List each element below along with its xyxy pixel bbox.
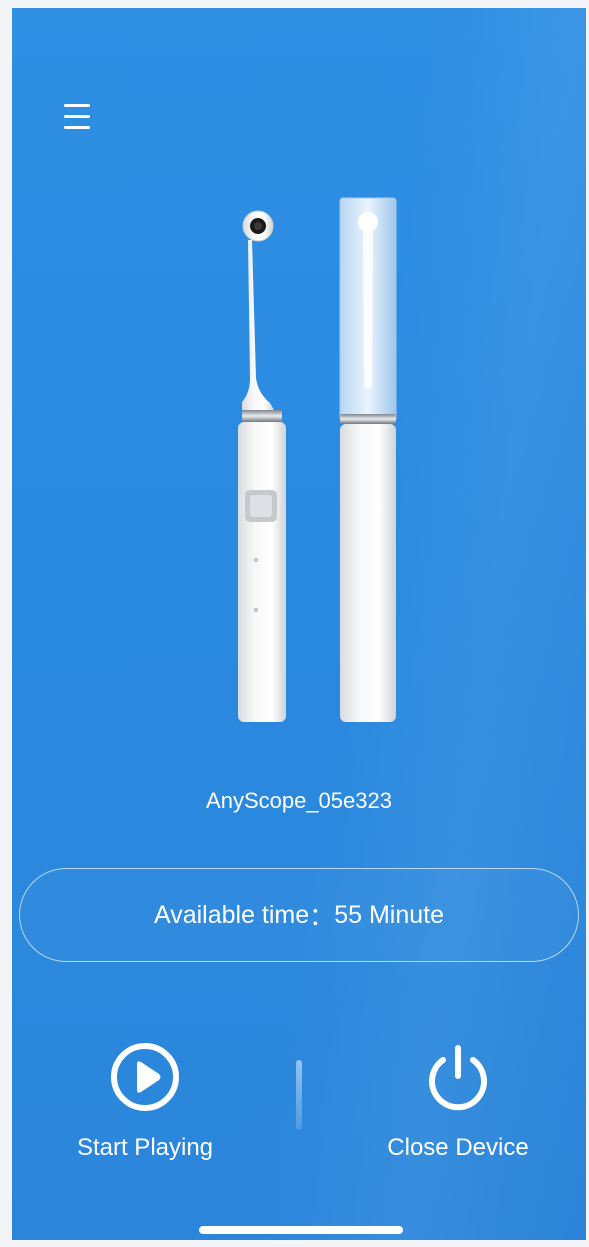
available-time-panel: Available time ： 55 Minute — [19, 868, 579, 962]
menu-button[interactable] — [58, 98, 98, 138]
available-time-unit: Minute — [368, 900, 444, 929]
play-circle-icon — [108, 1040, 182, 1114]
power-icon — [421, 1040, 495, 1114]
close-device-label: Close Device — [387, 1134, 529, 1161]
action-divider — [296, 1060, 302, 1130]
scope-device-right — [339, 197, 397, 722]
available-time-value: 55 — [334, 900, 362, 929]
start-playing-button[interactable]: Start Playing — [45, 1040, 245, 1162]
start-playing-label: Start Playing — [76, 1134, 214, 1161]
close-device-button[interactable]: Close Device — [358, 1040, 558, 1162]
available-time-separator: ： — [309, 903, 335, 931]
device-name: AnyScope_05e323 — [206, 788, 392, 813]
available-time-label: Available time — [153, 900, 310, 929]
product-image — [238, 197, 397, 722]
scope-device-left — [238, 210, 286, 722]
app-screen: AnyScope_05e323 Available time ： 55 Minu… — [12, 8, 586, 1240]
home-indicator — [199, 1226, 403, 1234]
